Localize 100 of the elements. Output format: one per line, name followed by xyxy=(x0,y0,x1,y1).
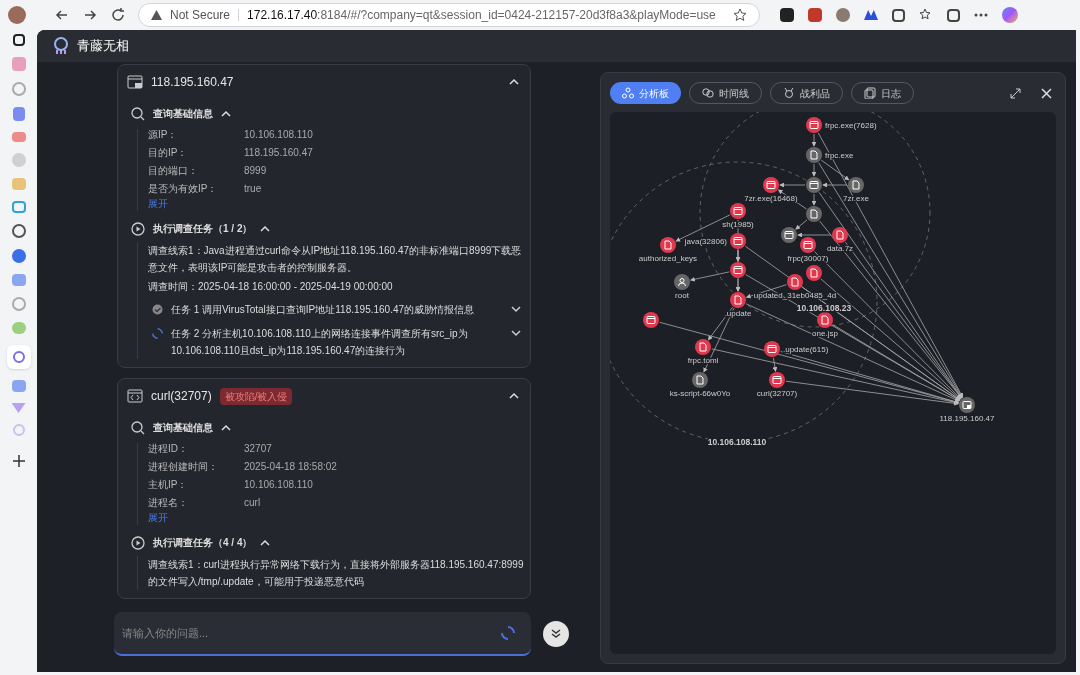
question-input[interactable]: 请输入你的问题... xyxy=(122,624,501,642)
reload-icon[interactable] xyxy=(110,7,126,23)
expand-icon[interactable] xyxy=(1010,87,1021,99)
app-title: 青藤无相 xyxy=(77,37,129,56)
field-value: 8999 xyxy=(244,165,267,177)
favorites-icon[interactable] xyxy=(919,8,933,22)
graph-node[interactable] xyxy=(806,206,822,222)
card-title: 118.195.160.47 xyxy=(151,74,234,91)
logo-icon xyxy=(53,37,69,55)
graph-node[interactable] xyxy=(674,274,690,290)
graph-node[interactable] xyxy=(817,312,833,328)
play-circle-icon xyxy=(131,221,145,236)
question-field[interactable]: 请输入你的问题... xyxy=(114,612,531,656)
task-text: 任务 1 调用VirusTotal接口查询IP地址118.195.160.47的威胁情报信息 xyxy=(171,303,476,317)
extensions-icon[interactable] xyxy=(892,8,905,22)
extension-icon[interactable] xyxy=(864,10,878,20)
field-label: 源IP： xyxy=(148,129,179,141)
chevron-up-icon xyxy=(509,78,519,86)
log-tab-icon xyxy=(864,87,876,99)
field-value: 32707 xyxy=(244,443,272,455)
graph-node[interactable] xyxy=(660,237,676,253)
panel-tab[interactable]: 分析板 xyxy=(610,82,681,104)
double-chevron-down-icon xyxy=(551,629,561,639)
field-label: 主机IP： xyxy=(148,479,189,491)
graph-node[interactable] xyxy=(832,227,848,243)
task-text: 任务 2 分析主机10.106.108.110上的网络连接事件调查所有src_ip为10.106.108.110且dst_ip为118.195.160.47的连接行为 xyxy=(171,327,469,358)
app-icon[interactable] xyxy=(11,249,26,263)
chevron-up-icon xyxy=(221,109,231,118)
app-icon[interactable] xyxy=(6,345,31,369)
graph-node[interactable] xyxy=(787,274,803,290)
document-icon[interactable] xyxy=(12,107,25,121)
graph-node[interactable] xyxy=(643,312,659,328)
section-title: 查询基础信息 xyxy=(153,421,213,435)
expand-link[interactable]: 展开 xyxy=(148,196,168,211)
loot-tab-icon xyxy=(783,87,795,99)
field-value: 118.195.160.47 xyxy=(244,147,313,159)
graph-node[interactable] xyxy=(695,339,711,355)
graph-node[interactable] xyxy=(763,177,779,193)
graph-node[interactable] xyxy=(806,265,822,281)
graph-node[interactable] xyxy=(730,233,746,249)
tv-icon[interactable] xyxy=(11,201,26,213)
field-value: 10.106.108.110 xyxy=(244,129,313,141)
time-range: 调查时间：2025-04-18 16:00:00 - 2025-04-19 00:00:00 xyxy=(148,280,394,294)
field-value: true xyxy=(244,183,262,195)
clue-text: 调查线索1：Java进程通过curl命令从IP地址118.195.160.47的非标准端口8999下载恶意文件，表明该IP可能是攻击者的控制服务器。 xyxy=(148,244,523,275)
clue-text: 调查线索1：curl进程执行异常网络下载行为，直接将外部服务器118.195.160.47:8999的文件写入/tmp/.update，可能用于投递恶意代码 xyxy=(148,558,525,589)
zone-label: 10.106.108.110 xyxy=(707,437,767,447)
sidebar-toggle-icon[interactable] xyxy=(12,34,25,46)
node-label: one.jsp xyxy=(812,329,838,338)
more-icon[interactable] xyxy=(974,13,988,17)
collections-icon[interactable] xyxy=(947,8,960,22)
field-label: 进程创建时间： xyxy=(148,461,219,473)
address-bar[interactable]: Not Secure 172.16.17.40:8184/#/?company=qt&session_id=0424-212157-20d3f8a3&playMode=use xyxy=(138,3,760,27)
graph-node[interactable] xyxy=(730,203,746,219)
graph-tab-icon xyxy=(622,87,634,99)
star-icon[interactable] xyxy=(733,8,747,22)
graph-node[interactable] xyxy=(959,397,975,413)
extension-icon[interactable] xyxy=(836,8,850,22)
node-label: ks-script-66w0Yo xyxy=(669,389,731,398)
chevron-down-icon xyxy=(511,329,521,337)
extension-icon[interactable] xyxy=(780,8,794,22)
section-title: 查询基础信息 xyxy=(153,107,213,121)
graph-node[interactable] xyxy=(848,177,864,193)
graph-node[interactable] xyxy=(764,341,780,357)
node-label: 7zr.exe(16468) xyxy=(744,194,798,203)
node-label: frpc.toml xyxy=(687,356,719,365)
graph-node[interactable] xyxy=(806,117,822,133)
security-status: Not Secure xyxy=(170,7,231,24)
scroll-down-button[interactable] xyxy=(543,621,569,647)
section-title: 执行调查任务（4 / 4） xyxy=(153,536,253,550)
graph-node[interactable] xyxy=(806,147,822,163)
graph-node[interactable] xyxy=(806,177,822,193)
section-title: 执行调查任务（1 / 2） xyxy=(153,222,253,236)
copilot-icon[interactable] xyxy=(1002,7,1018,23)
app-icon[interactable] xyxy=(11,224,26,238)
node-label: .update xyxy=(724,309,752,318)
node-label: curl(32707) xyxy=(756,389,798,398)
field-label: 进程名： xyxy=(148,497,189,509)
field-label: 是否为有效IP： xyxy=(148,183,219,195)
node-label: 118.195.160.47 xyxy=(939,414,995,423)
timeline-tab-icon xyxy=(702,87,714,99)
add-icon[interactable] xyxy=(12,455,25,467)
close-icon[interactable] xyxy=(1041,87,1052,99)
graph-node[interactable] xyxy=(692,372,708,388)
node-label: data.7z xyxy=(826,244,854,253)
chevron-down-icon xyxy=(511,305,521,313)
graph-node[interactable] xyxy=(800,237,816,253)
node-label: frpc(30007) xyxy=(787,254,829,263)
graph-node[interactable] xyxy=(730,292,746,308)
node-label: 7zr.exe xyxy=(843,194,869,203)
graph-node[interactable] xyxy=(769,372,785,388)
node-label: frpc.exe(7628) xyxy=(825,121,877,130)
card-title: curl(32707) xyxy=(151,388,212,405)
expand-link[interactable]: 展开 xyxy=(148,510,168,525)
profile-avatar[interactable] xyxy=(8,6,26,24)
graph-node[interactable] xyxy=(781,227,797,243)
url-text: 172.16.17.40:8184/#/?company=qt&session_id=0424-212157-20d3f8a3&playMode=use xyxy=(247,7,717,24)
search-icon xyxy=(131,106,145,121)
node-label: java(32806) xyxy=(684,237,727,246)
graph-node[interactable] xyxy=(730,262,746,278)
